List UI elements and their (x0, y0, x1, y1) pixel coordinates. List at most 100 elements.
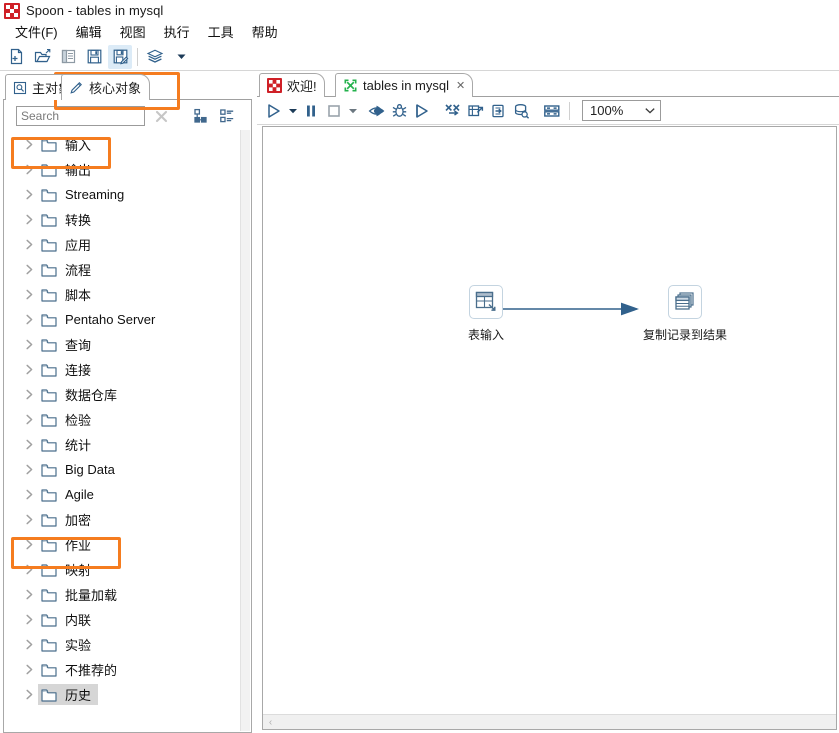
tree-item-transform[interactable]: 转换 (6, 207, 242, 232)
tree-item-job[interactable]: 作业 (6, 532, 242, 557)
chevron-right-icon[interactable] (20, 507, 38, 532)
stop-options-dropdown[interactable] (346, 100, 359, 122)
show-impact-button[interactable] (487, 100, 509, 122)
chevron-left-icon[interactable]: ‹ (263, 715, 278, 730)
tree-item-flow[interactable]: 流程 (6, 257, 242, 282)
tree-item-big-data[interactable]: Big Data (6, 457, 242, 482)
tree-item-input[interactable]: 输入 (6, 132, 242, 157)
chevron-right-icon[interactable] (20, 382, 38, 407)
chevron-right-icon[interactable] (20, 582, 38, 607)
align-button[interactable] (541, 100, 563, 122)
tree-item-mapping[interactable]: 映射 (6, 557, 242, 582)
clear-search-button[interactable] (151, 106, 171, 126)
menu-tools[interactable]: 工具 (199, 21, 243, 42)
chevron-right-icon[interactable] (20, 132, 38, 157)
tree-item-bulk-loading[interactable]: 批量加载 (6, 582, 242, 607)
tab-tables-in-mysql[interactable]: tables in mysql ✕ (335, 73, 474, 97)
save-as-button[interactable] (108, 44, 132, 69)
sql-button[interactable] (510, 100, 532, 122)
chevron-right-icon[interactable] (20, 232, 38, 257)
chevron-right-icon[interactable] (20, 182, 38, 207)
repository-button[interactable] (143, 45, 167, 69)
chevron-down-icon (288, 108, 297, 113)
new-file-button[interactable] (4, 45, 28, 69)
replay-button[interactable] (411, 100, 433, 122)
chevron-right-icon[interactable] (20, 307, 38, 332)
chevron-right-icon[interactable] (20, 457, 38, 482)
menu-file[interactable]: 文件(F) (6, 21, 67, 42)
run-button[interactable] (263, 100, 285, 122)
pause-icon (307, 105, 315, 116)
chevron-right-icon[interactable] (20, 482, 38, 507)
right-panel: 欢迎! tables in mysql ✕ 100% 表输入 复制记录到结果 ‹ (257, 71, 839, 733)
chevron-right-icon[interactable] (20, 607, 38, 632)
tree-item-content: 历史 (38, 684, 99, 705)
tree-item-utility[interactable]: 应用 (6, 232, 242, 257)
repository-dropdown[interactable] (169, 45, 193, 69)
explorer-button[interactable] (56, 45, 80, 69)
show-metrics-button[interactable] (464, 100, 486, 122)
tree-item-agile[interactable]: Agile (6, 482, 242, 507)
menu-help[interactable]: 帮助 (243, 21, 287, 42)
chevron-right-icon[interactable] (20, 657, 38, 682)
tree-item-joins-label: 连接 (65, 363, 92, 378)
collapse-tree-button[interactable] (217, 106, 237, 126)
stop-button[interactable] (323, 100, 345, 122)
debug-button[interactable] (388, 100, 410, 122)
hop-table-input-to-copy-rows[interactable] (487, 299, 667, 319)
left-tree-vertical-scrollbar[interactable] (240, 130, 250, 731)
chevron-right-icon[interactable] (20, 332, 38, 357)
chevron-right-icon[interactable] (20, 407, 38, 432)
chevron-right-icon[interactable] (20, 207, 38, 232)
save-button[interactable] (82, 45, 106, 69)
chevron-right-icon[interactable] (20, 532, 38, 557)
tree-item-statistics[interactable]: 统计 (6, 432, 242, 457)
chevron-right-icon[interactable] (20, 557, 38, 582)
chevron-right-icon[interactable] (20, 257, 38, 282)
tree-item-scripting[interactable]: 脚本 (6, 282, 242, 307)
zoom-level-combo[interactable]: 100% (582, 100, 661, 121)
tree-item-validation[interactable]: 检验 (6, 407, 242, 432)
tree-item-history[interactable]: 历史 (6, 682, 242, 707)
folder-icon (38, 507, 60, 532)
tab-close-button[interactable]: ✕ (456, 79, 465, 92)
tree-item-cryptography[interactable]: 加密 (6, 507, 242, 532)
run-options-dropdown[interactable] (286, 100, 299, 122)
tree-item-deprecated[interactable]: 不推荐的 (6, 657, 242, 682)
chevron-right-icon[interactable] (20, 357, 38, 382)
canvas-horizontal-scrollbar[interactable]: ‹ (263, 714, 836, 729)
tree-item-lookup[interactable]: 查询 (6, 332, 242, 357)
chevron-right-icon[interactable] (20, 432, 38, 457)
tree-item-statistics-label: 统计 (65, 438, 92, 453)
step-copy-rows-to-result[interactable]: 复制记录到结果 (643, 285, 727, 343)
chevron-right-icon[interactable] (20, 632, 38, 657)
tree-item-streaming[interactable]: Streaming (6, 182, 242, 207)
pause-button[interactable] (300, 100, 322, 122)
tree-item-output[interactable]: 输出 (6, 157, 242, 182)
tree-item-joins[interactable]: 连接 (6, 357, 242, 382)
transformation-canvas[interactable]: 表输入 复制记录到结果 (263, 127, 836, 714)
chevron-right-icon[interactable] (20, 157, 38, 182)
bug-debug-icon (392, 103, 406, 117)
tree-item-experimental[interactable]: 实验 (6, 632, 242, 657)
collapse-steps-button[interactable] (441, 100, 463, 122)
tab-core-objects-label: 核心对象 (89, 81, 142, 96)
chevron-right-icon[interactable] (20, 282, 38, 307)
search-input[interactable] (16, 106, 145, 126)
tree-item-data-warehouse[interactable]: 数据仓库 (6, 382, 242, 407)
preview-button[interactable] (365, 100, 387, 122)
tree-item-inline[interactable]: 内联 (6, 607, 242, 632)
core-objects-tree[interactable]: 输入 输出 Streaming 转换 应用 流程 脚本 Pentaho Server 查询连接数… (6, 132, 242, 718)
tab-welcome[interactable]: 欢迎! (259, 73, 325, 97)
menu-run[interactable]: 执行 (155, 21, 199, 42)
open-file-button[interactable] (30, 45, 54, 69)
tree-item-pentaho-server[interactable]: Pentaho Server (6, 307, 242, 332)
step-table-input[interactable]: 表输入 (468, 285, 504, 343)
tab-core-objects[interactable]: 核心对象 (61, 74, 151, 100)
chevron-right-icon[interactable] (20, 682, 38, 707)
expand-tree-button[interactable] (191, 106, 211, 126)
left-panel: 主对象树 核心对象 Search 输入 输出 Streaming 转换 应用 流… (3, 71, 252, 733)
floppy-save-icon (87, 49, 101, 64)
menu-edit[interactable]: 编辑 (67, 21, 111, 42)
menu-view[interactable]: 视图 (111, 21, 155, 42)
